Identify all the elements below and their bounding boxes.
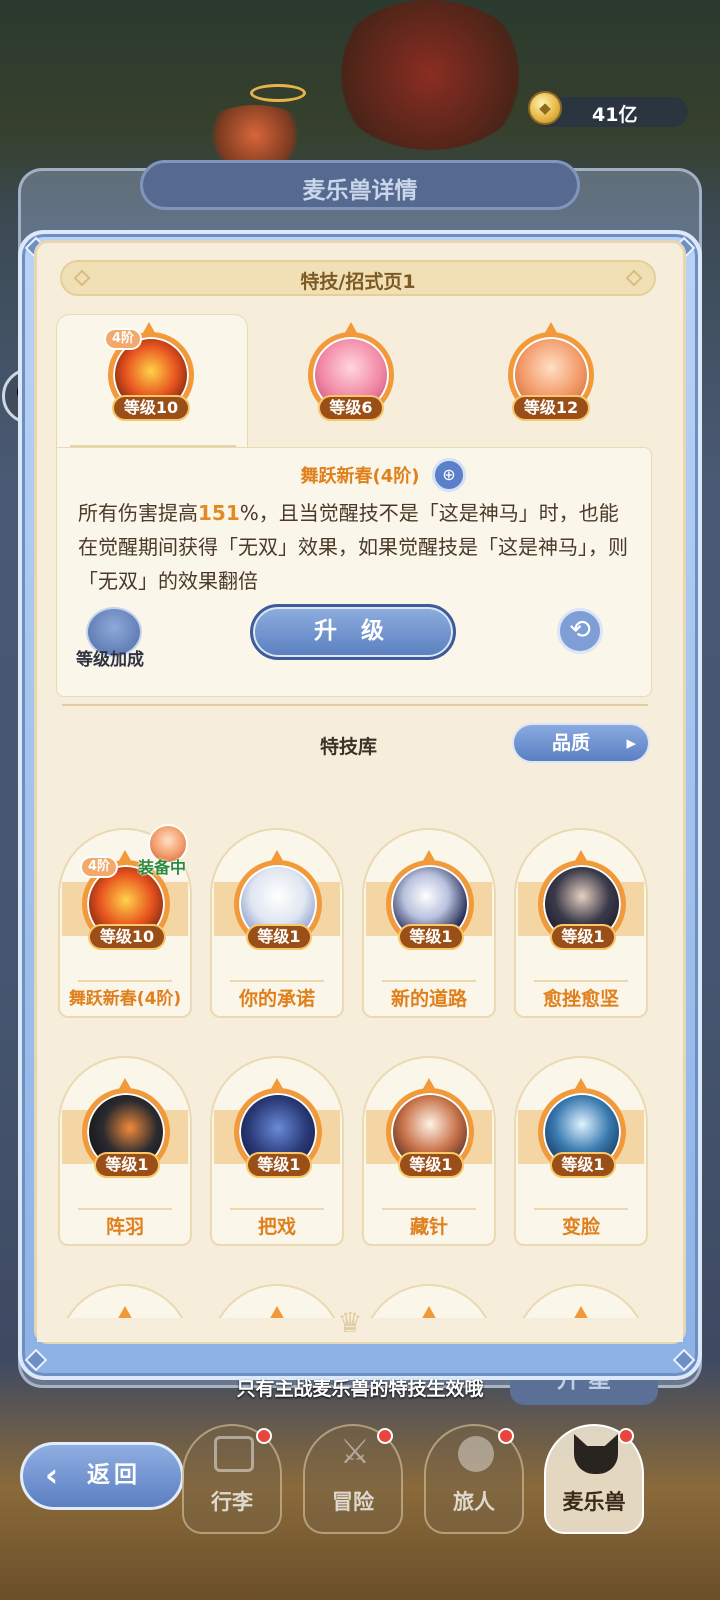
skill-card[interactable] [210,1284,344,1320]
skill-card-level: 等级1 [550,1152,616,1178]
desc-highlight: 151 [198,501,240,525]
nav-label: 行李 [211,1490,253,1514]
currency-display: ◆ 41亿 [528,91,688,127]
skill-card[interactable] [514,1284,648,1320]
page-title: 特技/招式页1 [300,271,416,293]
slot-3-level-badge: 等级12 [512,395,590,421]
skill-name: 舞跃新春(4阶) [300,466,420,487]
nav-label: 旅人 [453,1490,495,1514]
skill-card[interactable]: 等级1 愈挫愈坚 [514,828,648,1018]
skill-card[interactable]: 等级1 新的道路 [362,828,496,1018]
notification-dot [618,1428,634,1444]
bottom-ornament-icon: ♛ [337,1306,363,1339]
quality-label: 品质 [552,732,591,754]
beast-detail-title-bar: 麦乐兽详情 [140,160,580,210]
currency-amount: 41亿 [592,104,638,126]
refresh-icon[interactable]: ⟲ [557,608,603,654]
skill-card-name: 新的道路 [390,988,467,1010]
skill-card-name: 你的承诺 [238,988,315,1010]
background-fire [200,105,310,165]
slot-1-stage-badge: 4阶 [104,328,143,350]
beast-detail-title: 麦乐兽详情 [302,178,418,204]
back-arrow-icon: ‹ [45,1456,63,1494]
equipped-badge: 装备中 [138,858,187,877]
skill-card[interactable] [58,1284,192,1320]
skill-card[interactable]: 等级1 你的承诺 [210,828,344,1018]
upgrade-button[interactable]: 升 级 [250,604,456,660]
coin-icon: ◆ [528,91,562,125]
skill-card-level: 等级1 [398,1152,464,1178]
card-divider [382,980,476,982]
nav-item-luggage[interactable]: 行李 [182,1424,282,1534]
background-character [330,0,530,150]
skill-card-level: 等级1 [398,924,464,950]
nav-label: 冒险 [332,1490,374,1514]
swords-icon: ⚔ [339,1432,371,1472]
skill-library-title: 特技库 [320,736,378,758]
card-divider [230,980,324,982]
background-halo [250,84,306,102]
slot-1-level-badge: 等级10 [112,395,190,421]
skill-card[interactable] [362,1284,496,1320]
caret-right-icon: ▸ [626,732,636,754]
skill-card-level: 等级1 [246,924,312,950]
nav-item-beast[interactable]: 麦乐兽 [544,1424,644,1534]
nav-item-adventure[interactable]: ⚔ 冒险 [303,1424,403,1534]
level-bonus-label[interactable]: 等级加成 [76,645,144,670]
skill-card[interactable]: 等级1 藏针 [362,1056,496,1246]
traveler-icon [458,1436,494,1472]
magnify-icon[interactable]: ⊕ [432,458,466,492]
skill-card-level: 等级1 [246,1152,312,1178]
card-divider [382,1208,476,1210]
skill-card-name: 变脸 [561,1216,600,1238]
skill-card-level: 等级10 [88,924,166,950]
skill-card[interactable]: 等级1 变脸 [514,1056,648,1246]
skill-card-name: 舞跃新春(4阶) [68,989,182,1009]
nav-label: 麦乐兽 [562,1490,626,1514]
skill-card-name: 把戏 [257,1216,296,1238]
notification-dot [498,1428,514,1444]
card-divider [78,1208,172,1210]
back-button[interactable]: ‹ 返回 [20,1442,184,1510]
card-divider [534,980,628,982]
skill-card-level: 等级1 [94,1152,160,1178]
slot-2-level-badge: 等级6 [318,395,384,421]
skill-card-name: 藏针 [409,1216,448,1238]
bag-icon [214,1436,254,1472]
card-divider [534,1208,628,1210]
skill-card[interactable]: 等级1 把戏 [210,1056,344,1246]
skill-card-level: 等级1 [550,924,616,950]
skill-description: 所有伤害提高151%，且当觉醒技不是「这是神马」时，也能在觉醒期间获得「无双」效… [78,496,638,598]
skill-card-stage-badge: 4阶 [80,856,119,878]
hint-text: 只有主战麦乐兽的特技生效哦 [236,1378,484,1400]
notification-dot [377,1428,393,1444]
skill-card-name: 阵羽 [105,1216,144,1238]
nav-item-traveler[interactable]: 旅人 [424,1424,524,1534]
desc-text: 所有伤害提高 [78,501,198,525]
beast-icon [574,1434,618,1474]
skill-card[interactable]: 等级1 阵羽 [58,1056,192,1246]
skill-card-name: 愈挫愈坚 [542,988,619,1010]
page-header: 特技/招式页1 [60,260,656,296]
card-divider [230,1208,324,1210]
divider [62,704,648,706]
card-divider [78,980,172,982]
quality-filter-button[interactable]: 品质 ▸ [512,723,650,763]
back-label: 返回 [87,1462,141,1488]
notification-dot [256,1428,272,1444]
